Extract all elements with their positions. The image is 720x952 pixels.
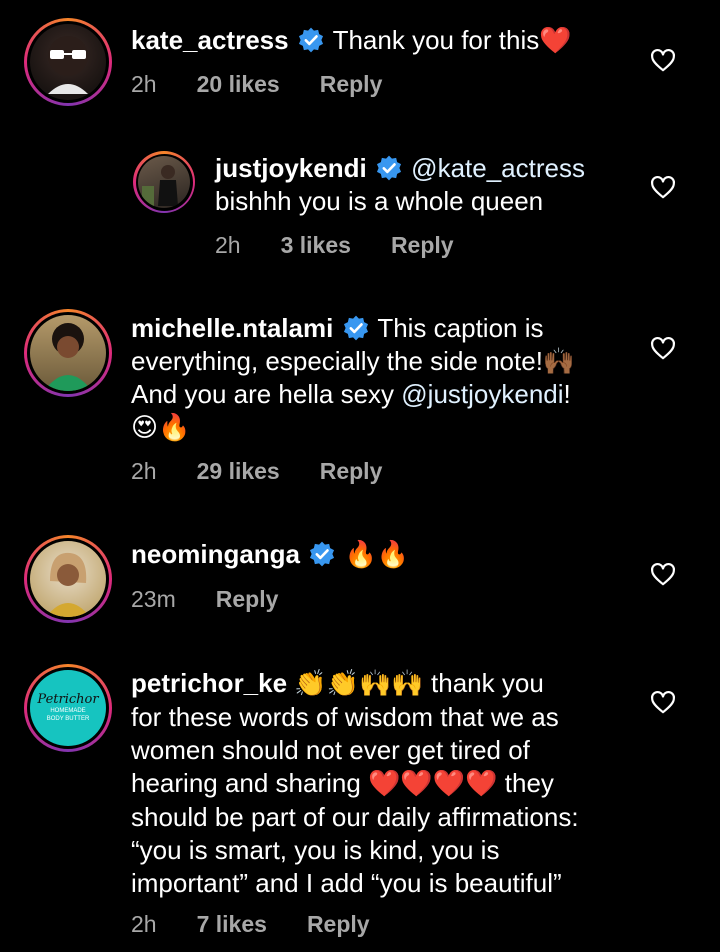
avatar-logo-sub1: HOMEMADE bbox=[50, 708, 86, 714]
comment-meta: 2h 3 likes Reply bbox=[215, 232, 494, 259]
comment-text-line2: everything, especially the side note!🙌🏾 bbox=[131, 346, 576, 376]
mention-link[interactable]: @justjoykendi bbox=[401, 379, 563, 409]
like-heart-icon[interactable] bbox=[650, 562, 676, 588]
username[interactable]: michelle.ntalami bbox=[131, 313, 333, 343]
avatar-petrichor[interactable]: Petrichor HOMEMADE BODY BUTTER bbox=[24, 664, 112, 752]
comment-body: michelle.ntalami This caption is everyth… bbox=[131, 312, 575, 445]
likes-count[interactable]: 20 likes bbox=[197, 71, 280, 98]
like-heart-icon[interactable] bbox=[650, 48, 676, 74]
reply-button[interactable]: Reply bbox=[307, 911, 370, 938]
comment-text-line3: women should not ever get tired of bbox=[131, 735, 530, 765]
timestamp: 2h bbox=[131, 458, 157, 484]
comment-text: bishhh you is a whole queen bbox=[215, 186, 544, 216]
avatar-justjoykendi[interactable] bbox=[133, 151, 195, 213]
timestamp: 2h bbox=[131, 71, 157, 97]
timestamp: 23m bbox=[131, 586, 176, 612]
comment-text-line1: thank you bbox=[423, 668, 544, 698]
likes-count[interactable]: 29 likes bbox=[197, 458, 280, 485]
comment-text-line1: This caption is bbox=[377, 313, 544, 343]
comment-meta: 2h 7 likes Reply bbox=[131, 911, 410, 938]
profile-photo bbox=[46, 552, 90, 617]
timestamp: 2h bbox=[215, 232, 241, 258]
reply-button[interactable]: Reply bbox=[320, 458, 383, 485]
emoji-line: 😍🔥 bbox=[131, 413, 191, 443]
reply-button[interactable]: Reply bbox=[320, 71, 383, 98]
reply-button[interactable]: Reply bbox=[391, 232, 454, 259]
avatar-logo-sub2: BODY BUTTER bbox=[46, 716, 90, 722]
username[interactable]: justjoykendi bbox=[215, 153, 367, 183]
avatar-kate[interactable] bbox=[24, 18, 112, 106]
verified-badge-icon bbox=[343, 315, 369, 341]
comment-body: justjoykendi @kate_actress bishhh you is… bbox=[215, 152, 585, 218]
reply-button[interactable]: Reply bbox=[216, 586, 279, 613]
verified-badge-icon bbox=[298, 27, 324, 53]
likes-count[interactable]: 7 likes bbox=[197, 911, 267, 938]
comment-text-line6: “you is smart, you is kind, you is bbox=[131, 835, 500, 865]
comment-meta: 23m Reply bbox=[131, 586, 318, 613]
comment-body: petrichor_ke 👏👏🙌🙌 thank you for these wo… bbox=[131, 667, 579, 900]
comment-text-line4-post: they bbox=[497, 768, 554, 798]
fire-emoji: 🔥🔥 bbox=[344, 540, 410, 570]
heart-emojis: ❤️❤️❤️❤️ bbox=[368, 769, 498, 799]
verified-badge-icon bbox=[309, 541, 335, 567]
username[interactable]: neominganga bbox=[131, 539, 300, 569]
comment-text-line7: important” and I add “you is beautiful” bbox=[131, 868, 562, 898]
profile-photo bbox=[48, 36, 88, 94]
like-heart-icon[interactable] bbox=[650, 175, 676, 201]
avatar-michelle[interactable] bbox=[24, 309, 112, 397]
profile-photo bbox=[142, 165, 178, 206]
avatar-logo-text: Petrichor bbox=[37, 692, 99, 707]
comment-text-line4: hearing and sharing bbox=[131, 768, 369, 798]
mention-link[interactable]: @kate_actress bbox=[411, 153, 585, 183]
comment-meta: 2h 20 likes Reply bbox=[131, 71, 422, 98]
comment-body: kate_actress Thank you for this❤️ bbox=[131, 24, 572, 58]
clap-emojis: 👏👏🙌🙌 bbox=[294, 669, 424, 699]
comment-text: Thank you for this bbox=[332, 25, 540, 55]
comment-text-line3: And you are hella sexy bbox=[131, 379, 402, 409]
likes-count[interactable]: 3 likes bbox=[281, 232, 351, 259]
username[interactable]: kate_actress bbox=[131, 25, 289, 55]
like-heart-icon[interactable] bbox=[650, 690, 676, 716]
like-heart-icon[interactable] bbox=[650, 336, 676, 362]
comment-meta: 2h 29 likes Reply bbox=[131, 458, 422, 485]
profile-photo bbox=[44, 323, 92, 391]
username[interactable]: petrichor_ke bbox=[131, 668, 287, 698]
comment-text-line2: for these words of wisdom that we as bbox=[131, 702, 559, 732]
comment-text-line5: should be part of our daily affirmations… bbox=[131, 802, 579, 832]
heart-emoji: ❤️ bbox=[539, 26, 572, 56]
comment-text-punct: ! bbox=[563, 379, 571, 409]
verified-badge-icon bbox=[376, 155, 402, 181]
avatar-neominganga[interactable] bbox=[24, 535, 112, 623]
comment-body: neominganga 🔥🔥 bbox=[131, 538, 409, 572]
timestamp: 2h bbox=[131, 911, 157, 937]
